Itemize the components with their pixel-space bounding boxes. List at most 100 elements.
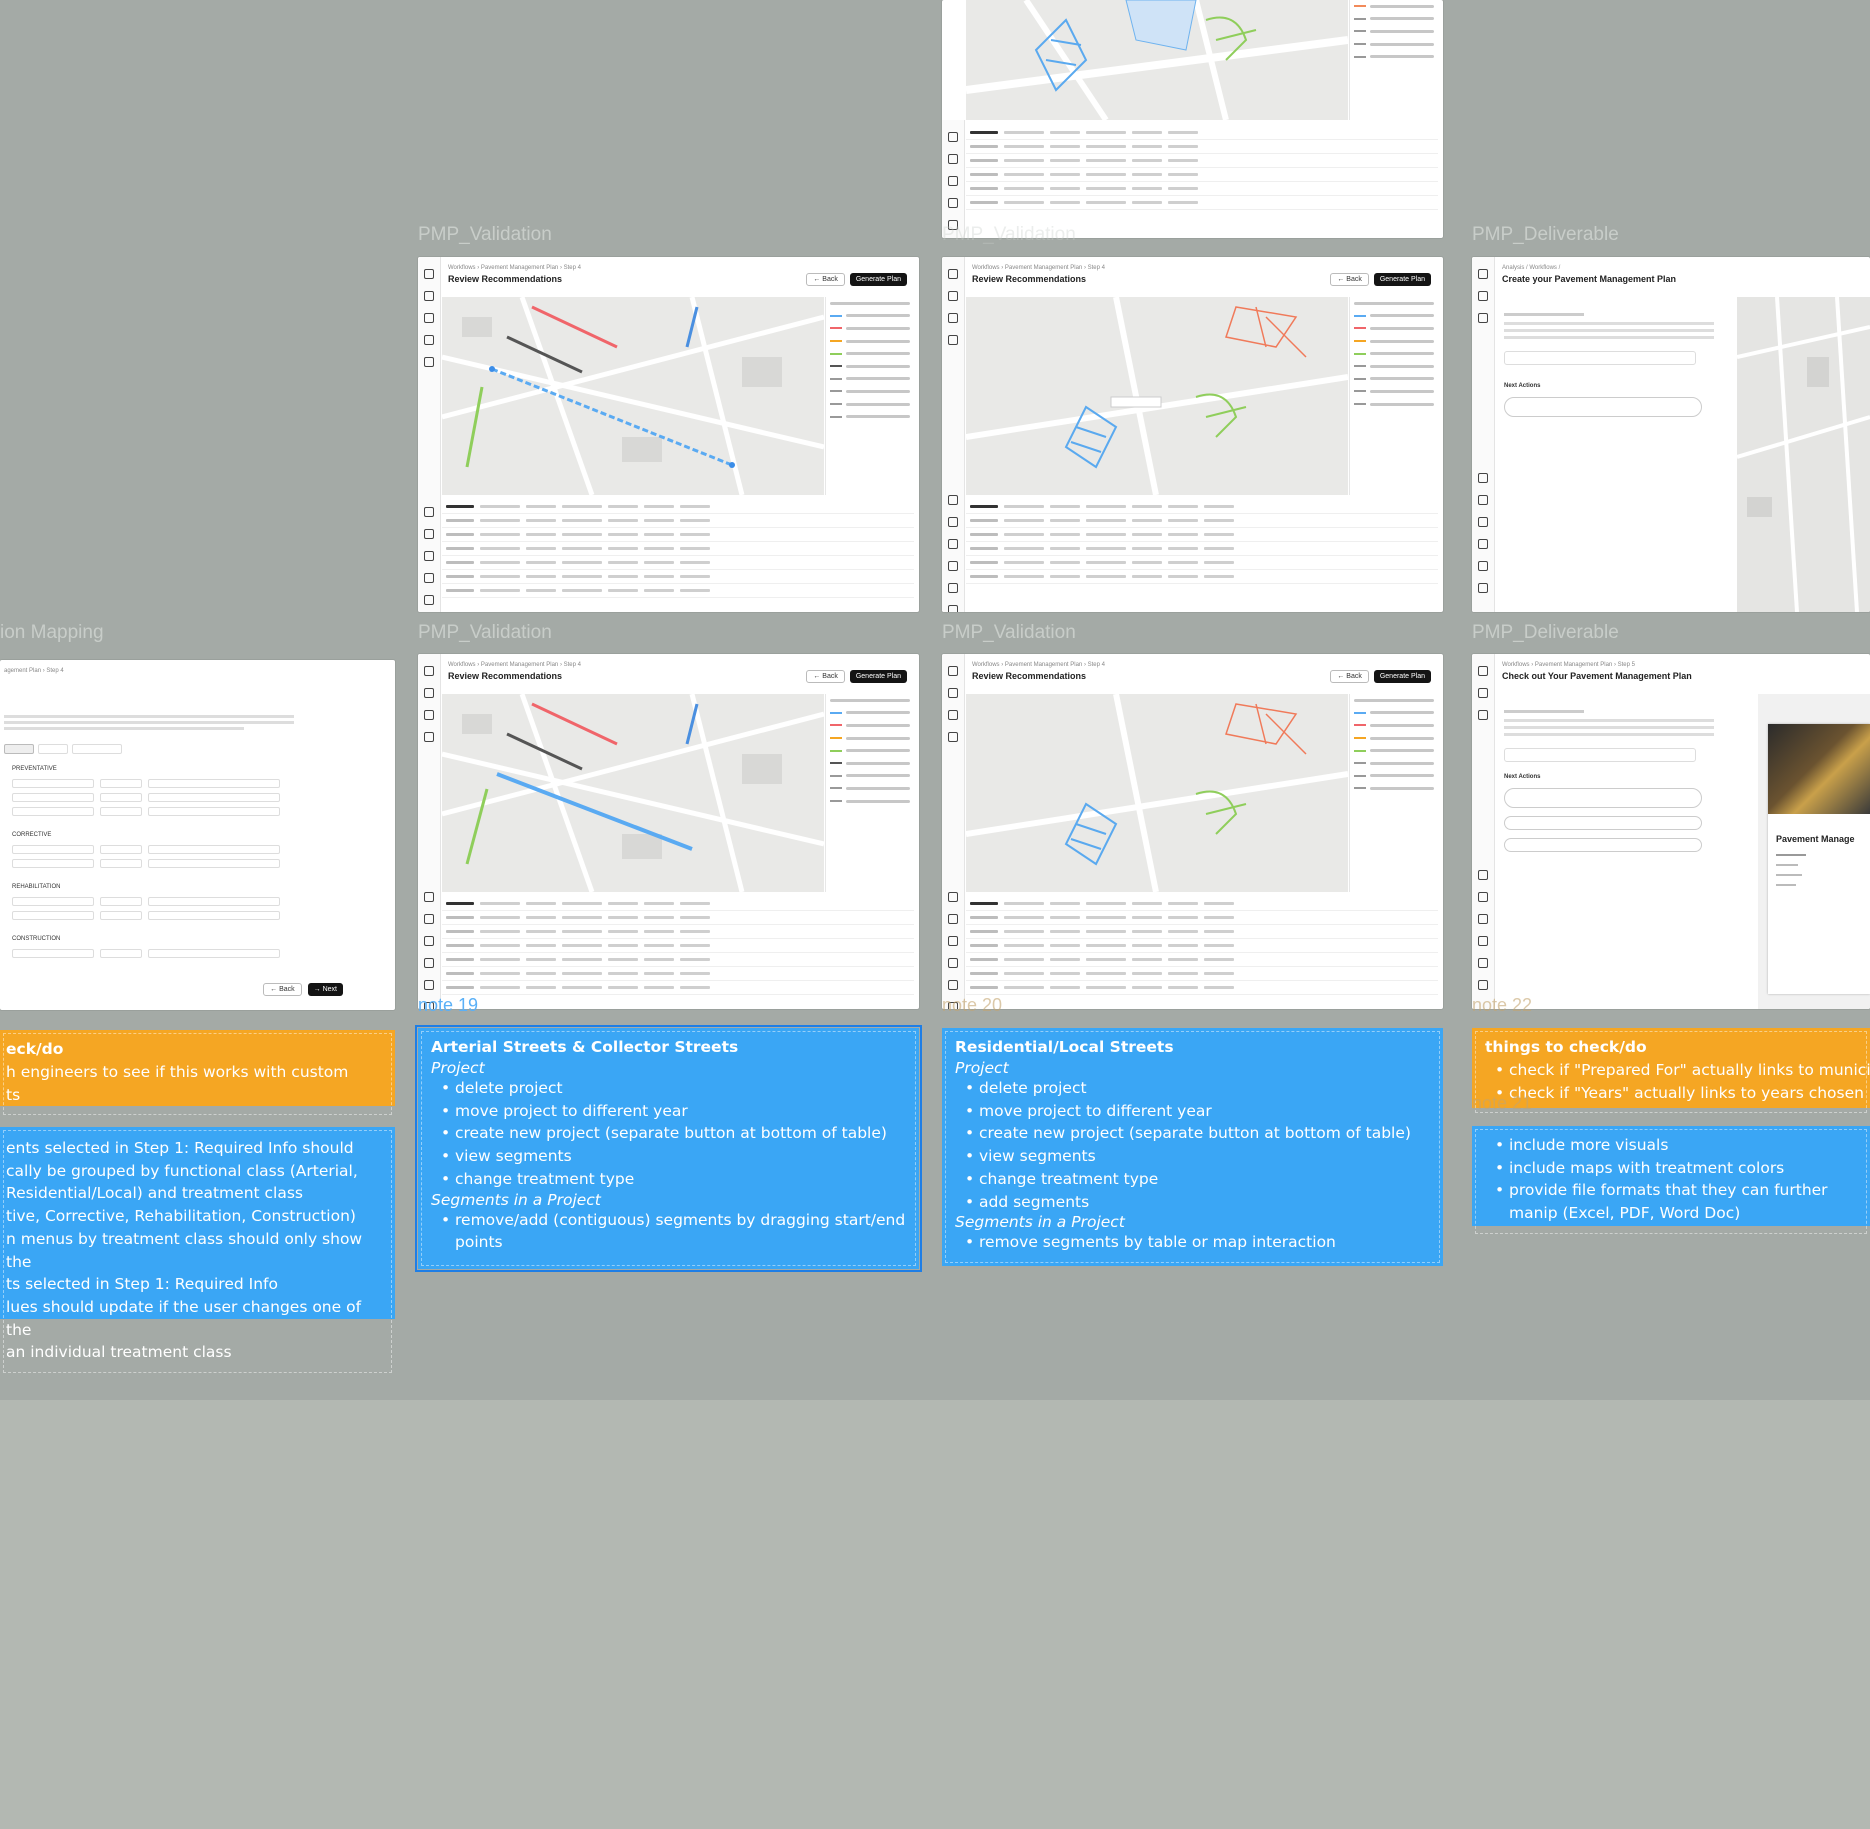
back-button[interactable]: ← Back: [1330, 273, 1369, 286]
sticky-note-arterial[interactable]: Arterial Streets & Collector Streets Pro…: [415, 1025, 922, 1272]
map-view[interactable]: [966, 297, 1348, 495]
generate-plan-button[interactable]: Generate Plan: [849, 670, 907, 683]
back-button[interactable]: ← Back: [806, 670, 845, 683]
back-button[interactable]: ← Back: [263, 983, 302, 996]
map-legend-panel: [1349, 694, 1438, 892]
note-label: note 19: [418, 995, 479, 1015]
frame-top-map[interactable]: [942, 0, 1443, 238]
sticky-item: view segments: [431, 1145, 906, 1168]
breadcrumb: Workflows › Pavement Management Plan › S…: [1502, 662, 1635, 668]
back-button[interactable]: ← Back: [1330, 670, 1369, 683]
next-button[interactable]: → Next: [307, 983, 343, 996]
frame-review-residential[interactable]: Workflows › Pavement Management Plan › S…: [942, 257, 1443, 612]
project-table[interactable]: [966, 897, 1438, 1005]
group-label: PREVENTATIVE: [12, 766, 57, 772]
map-preview: [1737, 297, 1870, 612]
sticky-line: cally be grouped by functional class (Ar…: [6, 1161, 358, 1180]
group-label: CORRECTIVE: [12, 832, 52, 838]
note-label: note 21: [1472, 1093, 1533, 1113]
breadcrumb: Workflows › Pavement Management Plan › S…: [972, 265, 1105, 271]
page-title: Create your Pavement Management Plan: [1502, 274, 1677, 284]
sticky-line: h engineers to see if this works with cu…: [6, 1063, 349, 1081]
sticky-line: ts selected in Step 1: Required Info: [6, 1275, 278, 1294]
frame-mapping[interactable]: agement Plan › Step 4 PREVENTATIVE CORRE…: [0, 660, 395, 1010]
sticky-item: create new project (separate button at b…: [955, 1122, 1430, 1145]
sticky-item: view segments: [955, 1145, 1430, 1168]
page-title: Check out Your Pavement Management Plan: [1502, 671, 1692, 681]
sticky-section: Project: [955, 1059, 1009, 1077]
back-button[interactable]: ← Back: [806, 273, 845, 286]
frame-deliverable-check[interactable]: Workflows › Pavement Management Plan › S…: [1472, 654, 1870, 1009]
sticky-line: ents selected in Step 1: Required Info s…: [6, 1139, 354, 1157]
frame-review-arterial[interactable]: Workflows › Pavement Management Plan › S…: [418, 257, 919, 612]
frame-rail: [942, 257, 965, 612]
map-legend-panel: [825, 694, 914, 892]
breadcrumb: Workflows › Pavement Management Plan › S…: [972, 662, 1105, 668]
sticky-item: change treatment type: [955, 1168, 1430, 1191]
generate-plan-button[interactable]: Generate Plan: [1373, 273, 1431, 286]
sticky-line: n menus by treatment class should only s…: [6, 1229, 363, 1271]
frame-deliverable-create[interactable]: Analysis / Workflows / Create your Pavem…: [1472, 257, 1870, 612]
next-actions-heading: Next Actions: [1504, 383, 1541, 389]
sticky-item: move project to different year: [431, 1100, 906, 1123]
frame-label: PMP_Validation: [418, 224, 552, 245]
sticky-line: Residential/Local) and treatment class: [6, 1184, 303, 1203]
sticky-note-residential[interactable]: Residential/Local Streets Project delete…: [942, 1028, 1443, 1266]
action-button[interactable]: [1504, 816, 1702, 830]
year-cell[interactable]: [446, 505, 474, 508]
map-view[interactable]: [442, 297, 824, 495]
group-label: REHABILITATION: [12, 884, 61, 890]
map-legend-panel: [1349, 297, 1438, 495]
group-label: CONSTRUCTION: [12, 936, 61, 942]
map-view[interactable]: [966, 694, 1348, 892]
frame-rail: [942, 654, 965, 1009]
frame-label: PMP_Deliverable: [1472, 622, 1619, 643]
deliverable-content: Next Actions: [1504, 307, 1714, 417]
action-button[interactable]: [1504, 788, 1702, 808]
frame-review-residential-edit[interactable]: Workflows › Pavement Management Plan › S…: [942, 654, 1443, 1009]
map-view[interactable]: [966, 0, 1348, 120]
map-view[interactable]: [442, 694, 824, 892]
breadcrumb: Workflows › Pavement Management Plan › S…: [448, 265, 581, 271]
sticky-item: include more visuals: [1485, 1134, 1857, 1157]
generate-plan-button[interactable]: Generate Plan: [849, 273, 907, 286]
sticky-title: things to check/do: [1485, 1038, 1647, 1056]
project-table[interactable]: [966, 500, 1438, 608]
sticky-item: include maps with treatment colors: [1485, 1157, 1857, 1180]
project-table[interactable]: [966, 126, 1438, 234]
frame-rail: [942, 120, 965, 238]
next-actions-heading: Next Actions: [1504, 774, 1541, 780]
sticky-item: delete project: [955, 1077, 1430, 1100]
frame-label: PMP_Validation: [942, 622, 1076, 643]
project-table[interactable]: [442, 897, 914, 1005]
map-legend-panel: [825, 297, 914, 495]
canvas-lower-area: [0, 1400, 1870, 1829]
generate-plan-button[interactable]: Generate Plan: [1373, 670, 1431, 683]
sticky-note-check[interactable]: eck/do h engineers to see if this works …: [0, 1030, 395, 1116]
deliverable-content: Next Actions: [1504, 704, 1714, 852]
sticky-section: Segments in a Project: [955, 1213, 1125, 1232]
frame-rail: [418, 257, 441, 612]
sticky-title: Arterial Streets & Collector Streets: [431, 1038, 739, 1056]
sticky-item: create new project (separate button at b…: [431, 1122, 906, 1145]
action-button[interactable]: [1504, 838, 1702, 852]
sticky-note-deliverable-ideas[interactable]: include more visuals include maps with t…: [1472, 1126, 1870, 1234]
action-button[interactable]: [1504, 397, 1702, 417]
sticky-item: change treatment type: [431, 1168, 906, 1191]
sticky-item: check if "Years" actually links to years…: [1485, 1082, 1864, 1105]
frame-review-arterial-edit[interactable]: Workflows › Pavement Management Plan › S…: [418, 654, 919, 1009]
treatment-group: PREVENTATIVE CORRECTIVE REHABILITATION C…: [0, 762, 300, 960]
note-label: note 22: [1472, 995, 1533, 1015]
sticky-section: Project: [431, 1059, 485, 1077]
frame-rail: [1472, 654, 1495, 1009]
project-table[interactable]: [442, 500, 914, 608]
note-label: note 20: [942, 995, 1003, 1015]
breadcrumb: agement Plan › Step 4: [4, 668, 64, 674]
sticky-line: lues should update if the user changes o…: [6, 1297, 362, 1339]
sticky-note-mapping[interactable]: ents selected in Step 1: Required Info s…: [0, 1127, 395, 1374]
sticky-line: tive, Corrective, Rehabilitation, Constr…: [6, 1207, 356, 1226]
document-title: Pavement Manage: [1776, 834, 1855, 844]
frame-label: PMP_Validation: [418, 622, 552, 643]
functional-class-tabs[interactable]: [4, 744, 122, 754]
sticky-line: an individual treatment class: [6, 1343, 232, 1362]
